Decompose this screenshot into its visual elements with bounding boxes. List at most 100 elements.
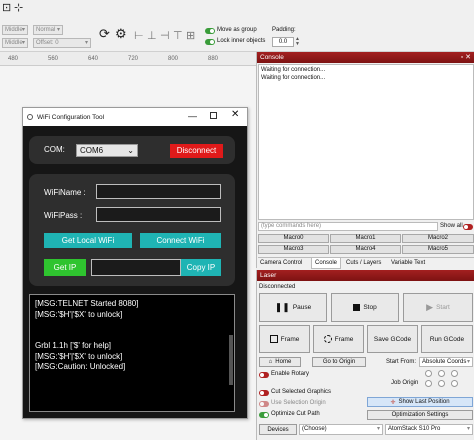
stop-label: Stop xyxy=(363,304,377,311)
frame-circle-label: Frame xyxy=(334,335,354,343)
pause-icon: ❚❚ xyxy=(274,302,290,312)
padding-stepper[interactable]: ▲ ▼ xyxy=(295,37,300,47)
show-last-position-label: Show Last Position xyxy=(398,399,450,405)
start-from-select[interactable]: Absolute Coords xyxy=(419,357,473,367)
home-icon: ⌂ xyxy=(268,359,273,365)
wifi-log-console[interactable]: [MSG:TELNET Started 8080] [MSG:'$H'|'$X'… xyxy=(29,294,235,412)
wifi-config-window: WiFi Configuration Tool — ✕ COM: COM6 ⌄ … xyxy=(22,107,248,419)
start-button[interactable]: ▶ Start xyxy=(403,293,473,322)
offset-select[interactable]: Offset: 0 xyxy=(33,38,91,48)
padding-input[interactable]: 0.0 xyxy=(272,37,294,47)
save-gcode-button[interactable]: Save GCode xyxy=(367,325,418,353)
devices-button[interactable]: Devices xyxy=(259,424,297,435)
wifi-name-input[interactable] xyxy=(96,184,221,199)
origin-radio-mr[interactable] xyxy=(451,380,458,387)
maximize-icon[interactable] xyxy=(210,112,217,119)
pause-button[interactable]: ❚❚ Pause xyxy=(259,293,327,322)
console-title: Console xyxy=(257,52,474,63)
log-line: [MSG:'$H'|'$X' to unlock] xyxy=(35,351,123,361)
align-select-1[interactable]: Middle xyxy=(2,25,28,35)
device-select[interactable]: AtomStack S10 Pro xyxy=(385,424,473,435)
origin-radio-ml[interactable] xyxy=(425,380,432,387)
macro0-button[interactable]: Macro0 xyxy=(258,234,329,243)
show-all-toggle[interactable] xyxy=(463,224,473,230)
wifi-window-title: WiFi Configuration Tool xyxy=(37,113,105,121)
com-select-value: COM6 xyxy=(80,146,104,155)
run-gcode-button[interactable]: Run GCode xyxy=(421,325,473,353)
origin-radio-tr[interactable] xyxy=(451,370,458,377)
get-ip-button[interactable]: Get IP xyxy=(44,259,86,276)
origin-radio-tl[interactable] xyxy=(425,370,432,377)
console-line: Waiting for connection... xyxy=(261,74,326,81)
macro3-button[interactable]: Macro3 xyxy=(258,245,329,254)
ruler-tick: 880 xyxy=(208,56,219,62)
snap-icon[interactable]: ⊹ xyxy=(14,2,23,14)
macro1-button[interactable]: Macro1 xyxy=(330,234,401,243)
top-toolbar: ⊡ ⊹ Middle Normal Middle Offset: 0 ⟳ ⚙ ⊢… xyxy=(0,0,474,52)
move-as-group-label: Move as group xyxy=(217,27,257,33)
tab-console[interactable]: Console xyxy=(311,258,342,269)
app-icon xyxy=(27,114,33,120)
align-center-icon[interactable]: ⊥ xyxy=(147,30,157,42)
get-local-wifi-button[interactable]: Get Local WiFi xyxy=(44,233,132,248)
start-from-label: Start From: xyxy=(386,359,417,365)
disconnect-button[interactable]: Disconnect xyxy=(170,144,223,158)
use-selection-origin-toggle[interactable] xyxy=(259,401,269,407)
distribute-icon[interactable]: ⊞ xyxy=(186,30,195,42)
frame-rect-icon xyxy=(269,335,278,343)
chevron-down-icon: ⌄ xyxy=(127,146,134,155)
ruler-tick: 800 xyxy=(168,56,179,62)
ruler-tick: 480 xyxy=(8,56,19,62)
port-select[interactable]: (Choose) xyxy=(299,424,383,435)
align-select-2[interactable]: Middle xyxy=(2,38,28,48)
cut-selected-toggle[interactable] xyxy=(259,390,269,396)
camera-icon[interactable]: ⚙ xyxy=(115,27,127,40)
horizontal-ruler: 480 560 640 720 800 880 xyxy=(0,52,256,66)
mode-select[interactable]: Normal xyxy=(33,25,63,35)
copy-ip-button[interactable]: Copy IP xyxy=(181,259,221,276)
wifi-window-titlebar: WiFi Configuration Tool — ✕ xyxy=(23,108,247,126)
dock-tabs: Camera Control Console Cuts / Layers Var… xyxy=(258,257,474,269)
stop-button[interactable]: Stop xyxy=(331,293,399,322)
go-to-origin-button[interactable]: Go to Origin xyxy=(312,357,366,367)
macro2-button[interactable]: Macro2 xyxy=(402,234,474,243)
macro5-button[interactable]: Macro5 xyxy=(402,245,474,254)
optimize-cut-toggle[interactable] xyxy=(259,412,269,418)
align-right-icon[interactable]: ⊣ xyxy=(160,30,170,42)
optimization-settings-button[interactable]: Optimization Settings xyxy=(367,410,473,420)
ip-output[interactable] xyxy=(91,259,181,276)
home-button[interactable]: ⌂ Home xyxy=(259,357,301,367)
show-last-position-button[interactable]: ✛ Show Last Position xyxy=(367,397,473,407)
tab-variable-text[interactable]: Variable Text xyxy=(391,260,425,266)
tab-cuts-layers[interactable]: Cuts / Layers xyxy=(346,260,381,266)
move-as-group-toggle[interactable] xyxy=(205,28,215,34)
minimize-icon[interactable]: — xyxy=(188,111,197,121)
wifi-pass-input[interactable] xyxy=(96,207,221,222)
origin-radio-mc[interactable] xyxy=(438,380,445,387)
ruler-tick: 560 xyxy=(48,56,59,62)
console-output[interactable]: Waiting for connection... Waiting for co… xyxy=(258,64,474,220)
rotate-icon[interactable]: ⟳ xyxy=(99,27,110,40)
wifi-credentials-panel: WiFiName : WiFiPass : Get Local WiFi Con… xyxy=(29,174,235,286)
start-label: Start xyxy=(436,304,450,311)
frame-circle-button[interactable]: Frame xyxy=(313,325,364,353)
log-scrollbar[interactable] xyxy=(229,335,233,385)
com-select[interactable]: COM6 ⌄ xyxy=(76,144,138,157)
dock-controls-icon[interactable]: ▫ ✕ xyxy=(461,53,471,61)
lock-inner-toggle[interactable] xyxy=(205,39,215,45)
align-top-icon[interactable]: ⊤ xyxy=(173,30,183,42)
align-left-icon[interactable]: ⊢ xyxy=(134,30,144,42)
grid-icon[interactable]: ⊡ xyxy=(2,2,11,14)
frame-rect-button[interactable]: Frame xyxy=(259,325,310,353)
wifi-name-label: WiFiName : xyxy=(44,188,86,197)
macro4-button[interactable]: Macro4 xyxy=(330,245,401,254)
laser-title: Laser xyxy=(257,270,474,281)
connect-wifi-button[interactable]: Connect WiFi xyxy=(140,233,221,248)
close-icon[interactable]: ✕ xyxy=(231,109,239,120)
tab-camera-control[interactable]: Camera Control xyxy=(260,260,302,266)
log-line: [MSG:TELNET Started 8080] xyxy=(35,299,139,308)
console-line: Waiting for connection... xyxy=(261,67,326,73)
enable-rotary-toggle[interactable] xyxy=(259,372,269,378)
origin-radio-tc[interactable] xyxy=(438,370,445,377)
command-input[interactable]: (type commands here) xyxy=(258,222,438,231)
